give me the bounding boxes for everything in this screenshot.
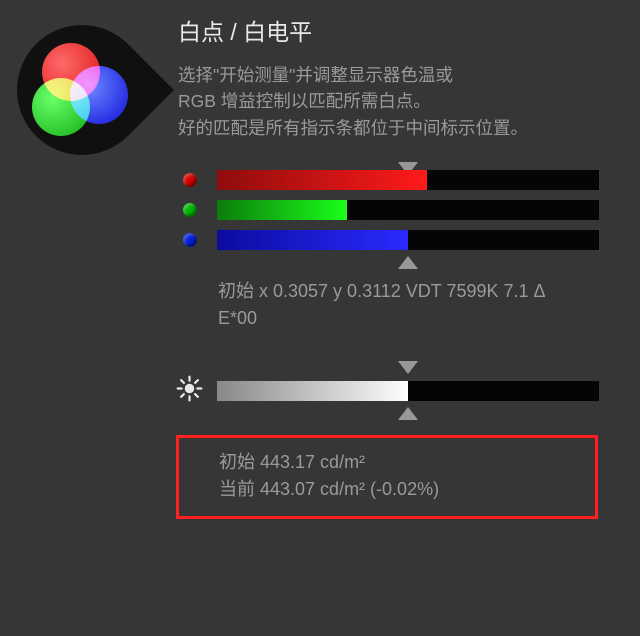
page-title: 白点 / 白电平: [178, 13, 630, 47]
green-bar-row: [178, 195, 630, 225]
initial-reading-line: 初始 x 0.3057 y 0.3112 VDT 7599K 7.1 Δ: [218, 281, 546, 301]
red-bar-track: [217, 170, 599, 190]
red-bar-row: [178, 165, 630, 195]
brightness-bar-track: [217, 381, 599, 401]
luminance-current-text: 当前 443.07 cd/m² (-0.02%): [219, 476, 577, 503]
description-line: 好的匹配是所有指示条都位于中间标示位置。: [178, 115, 630, 141]
target-marker-down-icon: [398, 361, 418, 374]
luminance-initial-text: 初始 443.17 cd/m²: [219, 449, 577, 476]
red-dot-icon: [183, 173, 197, 187]
blue-bar-row: [178, 225, 630, 255]
blue-bar-track: [217, 230, 599, 250]
rgb-bars-section: [178, 165, 630, 255]
initial-reading-text: 初始 x 0.3057 y 0.3112 VDT 7599K 7.1 Δ E*0…: [218, 278, 630, 332]
target-marker-up-icon: [398, 407, 418, 420]
red-bar-fill: [217, 170, 427, 190]
green-bar-fill: [217, 200, 347, 220]
brightness-icon: [176, 375, 203, 407]
initial-reading-line: E*00: [218, 308, 257, 328]
brightness-bar-fill: [217, 381, 408, 401]
blue-bar-fill: [217, 230, 408, 250]
brightness-bar-row: [178, 375, 630, 407]
target-marker-up-icon: [398, 256, 418, 269]
blue-dot-icon: [183, 233, 197, 247]
app-icon: [12, 20, 152, 160]
description-text: 选择"开始测量"并调整显示器色温或 RGB 增益控制以匹配所需白点。 好的匹配是…: [178, 62, 630, 141]
green-bar-track: [217, 200, 599, 220]
description-line: 选择"开始测量"并调整显示器色温或: [178, 62, 630, 88]
luminance-highlight-box: 初始 443.17 cd/m² 当前 443.07 cd/m² (-0.02%): [176, 435, 598, 519]
green-dot-icon: [183, 203, 197, 217]
description-line: RGB 增益控制以匹配所需白点。: [178, 88, 630, 114]
